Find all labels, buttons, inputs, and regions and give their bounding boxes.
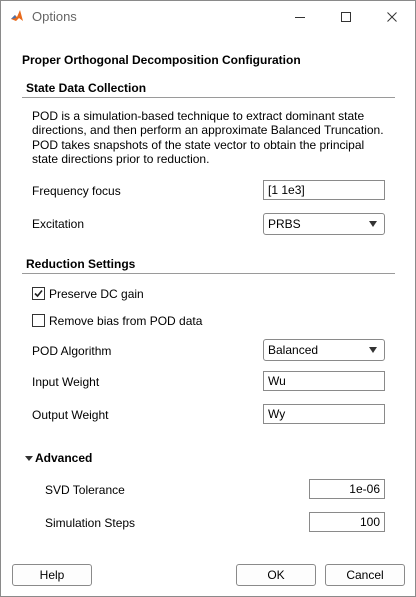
minimize-icon bbox=[295, 16, 305, 18]
checkmark-icon bbox=[34, 289, 43, 298]
dialog-content: Proper Orthogonal Decomposition Configur… bbox=[1, 32, 415, 596]
excitation-selected: PRBS bbox=[268, 217, 301, 231]
reduction-section-title: Reduction Settings bbox=[26, 257, 136, 271]
title-bar[interactable]: Options bbox=[1, 1, 415, 32]
reduction-divider bbox=[22, 273, 395, 274]
chevron-down-icon bbox=[369, 221, 377, 227]
simulation-steps-field[interactable]: 100 bbox=[309, 512, 385, 532]
state-data-section-title: State Data Collection bbox=[26, 81, 147, 95]
maximize-icon bbox=[341, 11, 351, 22]
svd-tolerance-field[interactable]: 1e-06 bbox=[309, 479, 385, 499]
svd-tolerance-label: SVD Tolerance bbox=[45, 483, 125, 497]
cancel-button[interactable]: Cancel bbox=[325, 564, 405, 586]
page-title: Proper Orthogonal Decomposition Configur… bbox=[22, 53, 301, 67]
close-button[interactable] bbox=[369, 1, 415, 32]
frequency-focus-label: Frequency focus bbox=[32, 184, 121, 198]
options-dialog: Options Proper Orthogonal Decomposition … bbox=[0, 0, 416, 597]
help-button[interactable]: Help bbox=[12, 564, 92, 586]
remove-bias-label[interactable]: Remove bias from POD data bbox=[49, 314, 202, 328]
matlab-logo-icon bbox=[11, 10, 23, 21]
frequency-focus-field[interactable]: [1 1e3] bbox=[263, 180, 385, 200]
output-weight-label: Output Weight bbox=[32, 408, 109, 422]
advanced-section-toggle[interactable]: Advanced bbox=[35, 451, 92, 465]
minimize-button[interactable] bbox=[277, 1, 323, 32]
maximize-button[interactable] bbox=[323, 1, 369, 32]
collapse-arrow-icon[interactable] bbox=[25, 456, 33, 461]
chevron-down-icon bbox=[369, 347, 377, 353]
pod-algorithm-label: POD Algorithm bbox=[32, 344, 112, 358]
pod-algorithm-selected: Balanced bbox=[268, 343, 319, 357]
state-data-divider bbox=[22, 97, 395, 98]
pod-description: POD is a simulation-based technique to e… bbox=[32, 109, 384, 167]
pod-algorithm-dropdown[interactable]: Balanced bbox=[263, 339, 385, 361]
simulation-steps-label: Simulation Steps bbox=[45, 516, 136, 530]
excitation-dropdown[interactable]: PRBS bbox=[263, 213, 385, 235]
preserve-dc-checkbox[interactable] bbox=[32, 287, 45, 300]
input-weight-field[interactable]: Wu bbox=[263, 371, 385, 391]
close-icon bbox=[387, 11, 397, 22]
window-title: Options bbox=[32, 9, 77, 24]
excitation-label: Excitation bbox=[32, 217, 85, 231]
ok-button[interactable]: OK bbox=[236, 564, 316, 586]
preserve-dc-label[interactable]: Preserve DC gain bbox=[49, 287, 144, 301]
remove-bias-checkbox[interactable] bbox=[32, 314, 45, 327]
input-weight-label: Input Weight bbox=[32, 375, 100, 389]
output-weight-field[interactable]: Wy bbox=[263, 404, 385, 424]
